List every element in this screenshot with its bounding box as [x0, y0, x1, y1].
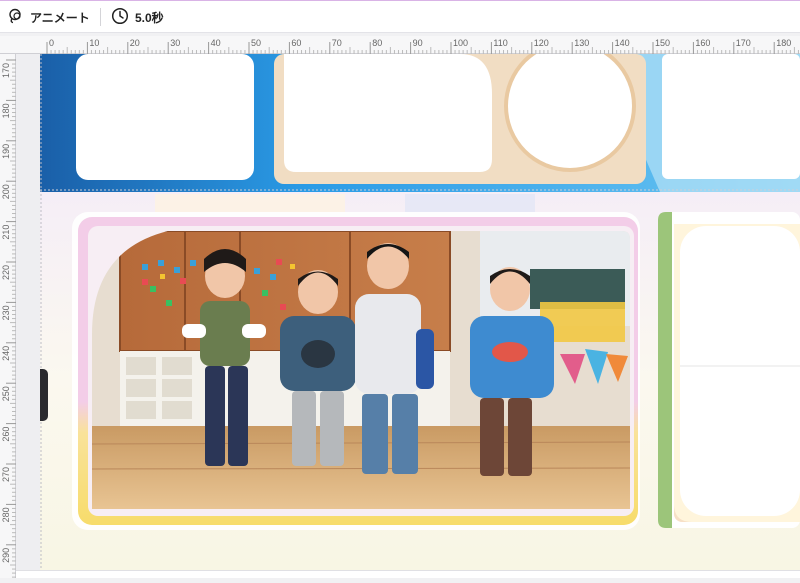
- duration-button[interactable]: 5.0秒: [111, 1, 164, 33]
- design-canvas[interactable]: [40, 54, 800, 570]
- ruler-tick-label: 200: [1, 184, 11, 199]
- ruler-tick-label: 230: [1, 305, 11, 320]
- ruler-tick-label: 220: [1, 265, 11, 280]
- ruler-tick-label: 280: [1, 507, 11, 522]
- ruler-tick-label: 90: [413, 38, 423, 48]
- ruler-tick-label: 70: [332, 38, 342, 48]
- animate-button[interactable]: アニメート: [8, 1, 90, 33]
- ruler-tick-label: 50: [251, 38, 261, 48]
- ruler-tick-label: 0: [49, 38, 54, 48]
- ruler-tick-label: 60: [291, 38, 301, 48]
- ruler-tick-label: 130: [574, 38, 589, 48]
- ruler-tick-label: 150: [655, 38, 670, 48]
- ruler-tick-label: 170: [736, 38, 751, 48]
- ruler-tick-label: 250: [1, 386, 11, 401]
- ruler-tick-label: 10: [89, 38, 99, 48]
- horizontal-ruler-ticks: 0 10 20 30 40 50 60 70 80 90 100 110 120 130 140 150 160…: [46, 38, 799, 54]
- ruler-tick-label: 270: [1, 467, 11, 482]
- ruler-tick-label: 100: [453, 38, 468, 48]
- side-panel-handle[interactable]: [40, 369, 48, 421]
- canvas-bottom-edge: [16, 570, 800, 578]
- vertical-ruler[interactable]: 170 180 190 200 210 220 230 240 250 260 270 280 290: [0, 54, 16, 582]
- ruler-tick-label: 180: [776, 38, 791, 48]
- ruler-corner: [0, 36, 42, 54]
- ruler-tick-label: 170: [1, 63, 11, 78]
- ruler-tick-label: 20: [130, 38, 140, 48]
- vertical-ruler-ticks: 170 180 190 200 210 220 230 240 250 260 270 280 290: [1, 59, 16, 582]
- duration-label: 5.0秒: [135, 10, 164, 25]
- ruler-tick-label: 290: [1, 548, 11, 563]
- clock-icon: [111, 7, 129, 28]
- ruler-tick-label: 110: [493, 38, 507, 48]
- ruler-tick-label: 240: [1, 346, 11, 361]
- ruler-tick-label: 210: [1, 225, 11, 240]
- ruler-tick-label: 260: [1, 427, 11, 442]
- animate-label: アニメート: [30, 10, 90, 25]
- ruler-tick-label: 180: [1, 103, 11, 118]
- toolbar-divider: [100, 8, 101, 26]
- ruler-tick-label: 120: [534, 38, 549, 48]
- lasso-icon: [8, 8, 24, 27]
- ruler-tick-label: 160: [695, 38, 710, 48]
- ruler-tick-label: 140: [615, 38, 630, 48]
- ruler-tick-label: 40: [211, 38, 221, 48]
- ruler-tick-label: 30: [170, 38, 180, 48]
- top-toolbar: アニメート 5.0秒: [0, 0, 800, 33]
- canvas-gutter: [16, 54, 40, 578]
- ruler-tick-label: 80: [372, 38, 382, 48]
- ruler-tick-label: 190: [1, 144, 11, 159]
- canvas-artwork: [40, 54, 800, 570]
- horizontal-ruler[interactable]: 0 10 20 30 40 50 60 70 80 90 100 110 120 130 140 150 160…: [42, 36, 800, 54]
